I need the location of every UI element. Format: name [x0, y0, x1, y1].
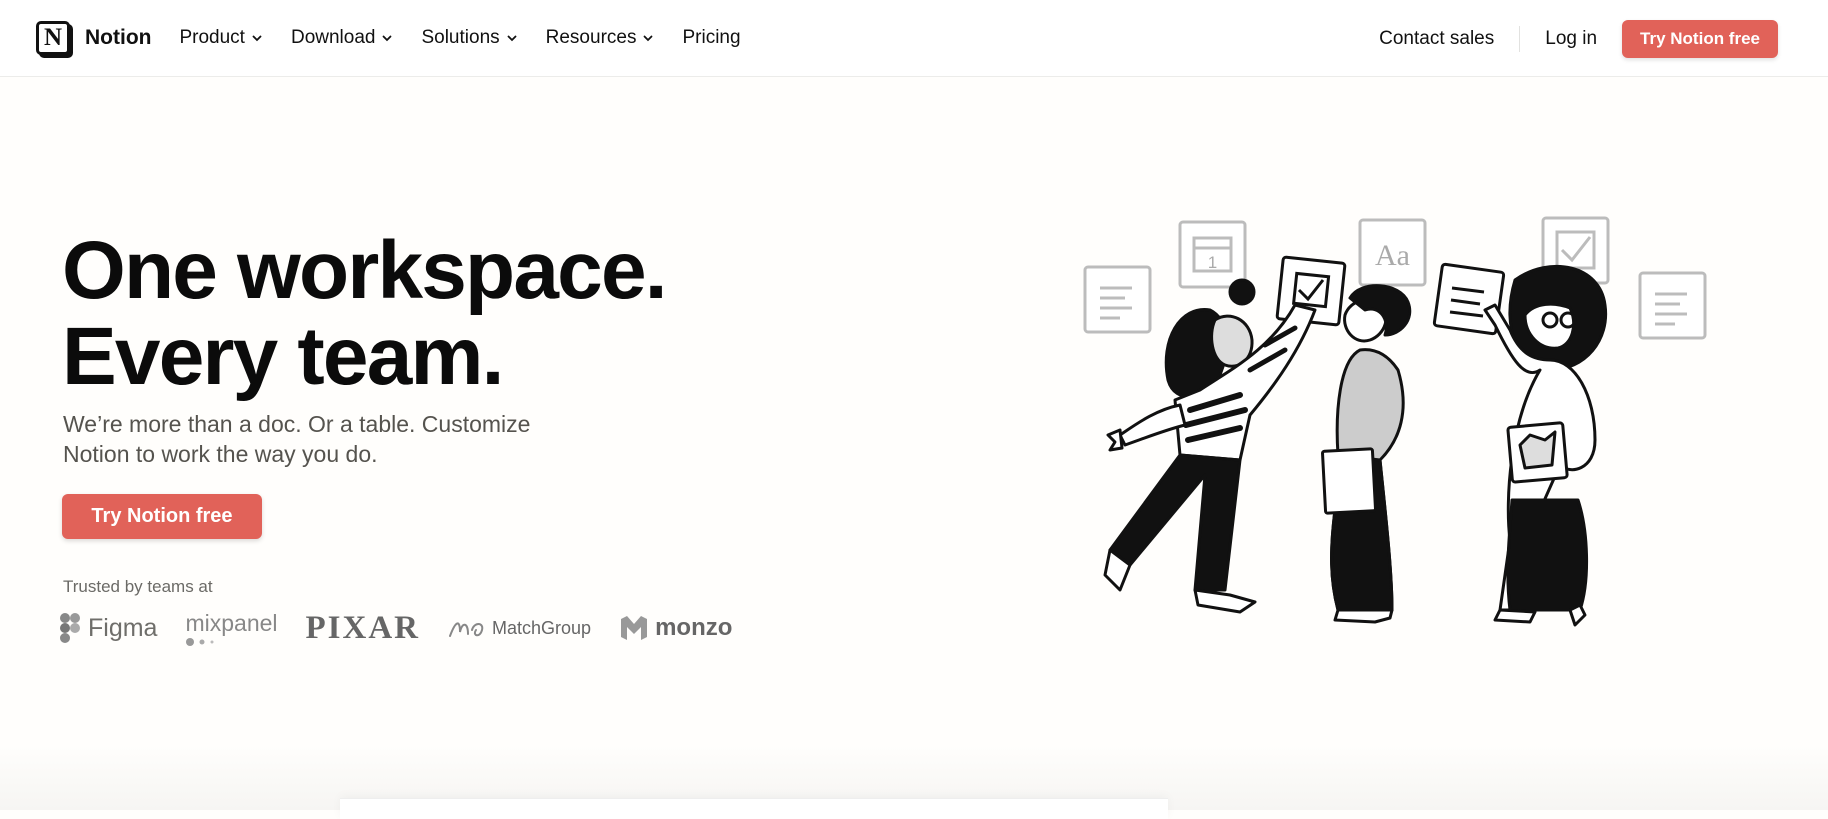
header-actions: Contact sales Log in Try Notion free — [1379, 0, 1828, 77]
try-notion-free-button-header[interactable]: Try Notion free — [1622, 19, 1778, 58]
top-navigation-bar: N Notion Product Download Solutions Reso… — [0, 0, 1828, 77]
nav-solutions-label: Solutions — [421, 27, 500, 48]
logo-text: Notion — [85, 26, 152, 49]
hero-subtitle-line-1: We’re more than a doc. Or a table. Custo… — [63, 411, 531, 437]
nav-pricing[interactable]: Pricing — [682, 27, 740, 49]
floating-calendar-card: 1 — [1178, 220, 1247, 289]
header-divider — [1519, 25, 1521, 52]
monzo-logo-text: monzo — [655, 614, 733, 641]
pixar-logo: PIXAR — [306, 610, 421, 647]
nav-resources[interactable]: Resources — [546, 27, 655, 49]
monzo-logo: monzo — [619, 614, 732, 642]
trusted-by-label: Trusted by teams at — [63, 577, 213, 596]
mixpanel-logo-text: mixpanel — [185, 609, 278, 636]
notion-logo[interactable]: N Notion — [36, 18, 151, 58]
figma-logo-icon — [60, 613, 80, 643]
hero-title-line-1: One workspace. — [62, 225, 668, 316]
floating-doc-card-left — [1083, 265, 1152, 334]
nav-product-label: Product — [179, 27, 245, 48]
notion-logo-icon: N — [36, 21, 70, 55]
figma-logo-text: Figma — [88, 613, 158, 642]
nav-pricing-label: Pricing — [682, 27, 741, 48]
matchgroup-logo-text: MatchGroup — [492, 617, 592, 638]
monzo-logo-icon — [621, 616, 648, 640]
mixpanel-logo: mixpanel — [185, 609, 278, 647]
chevron-down-icon — [644, 35, 653, 42]
matchgroup-logo-icon — [449, 622, 484, 637]
hero-title-line-2: Every team. — [62, 311, 504, 402]
calendar-day-number: 1 — [1208, 253, 1217, 272]
chevron-down-icon — [507, 35, 517, 42]
try-notion-free-button-hero[interactable]: Try Notion free — [62, 494, 262, 539]
mixpanel-logo-icon — [186, 637, 214, 646]
person-middle — [1321, 284, 1412, 624]
nav-product[interactable]: Product — [179, 27, 262, 49]
font-card-label: Aa — [1375, 239, 1410, 272]
log-in-link[interactable]: Log in — [1545, 28, 1597, 50]
floating-font-card: Aa — [1358, 218, 1427, 287]
nav-solutions[interactable]: Solutions — [421, 27, 517, 49]
hero-title: One workspace. Every team. — [62, 225, 668, 402]
nav-resources-label: Resources — [545, 27, 637, 48]
nav-download-label: Download — [290, 27, 376, 48]
figma-logo: Figma — [60, 613, 157, 643]
customer-logos: Figma mixpanel PIXAR MatchGroup monzo — [60, 605, 760, 651]
hero-subtitle: We’re more than a doc. Or a table. Custo… — [63, 409, 583, 469]
hero-illustration: 1 Aa — [1083, 216, 1707, 627]
pixar-logo-text: PIXAR — [305, 609, 421, 646]
product-preview-card-edge — [340, 798, 1168, 819]
chevron-down-icon — [252, 35, 262, 42]
person-right — [1483, 264, 1608, 627]
matchgroup-logo: MatchGroup — [448, 616, 591, 640]
nav-download[interactable]: Download — [291, 27, 394, 49]
contact-sales-link[interactable]: Contact sales — [1379, 28, 1494, 50]
chevron-down-icon — [383, 35, 392, 42]
main-nav: Product Download Solutions Resources Pri… — [179, 27, 768, 49]
floating-doc-card-right — [1638, 271, 1707, 340]
hero-subtitle-line-2: Notion to work the way you do. — [63, 441, 378, 467]
